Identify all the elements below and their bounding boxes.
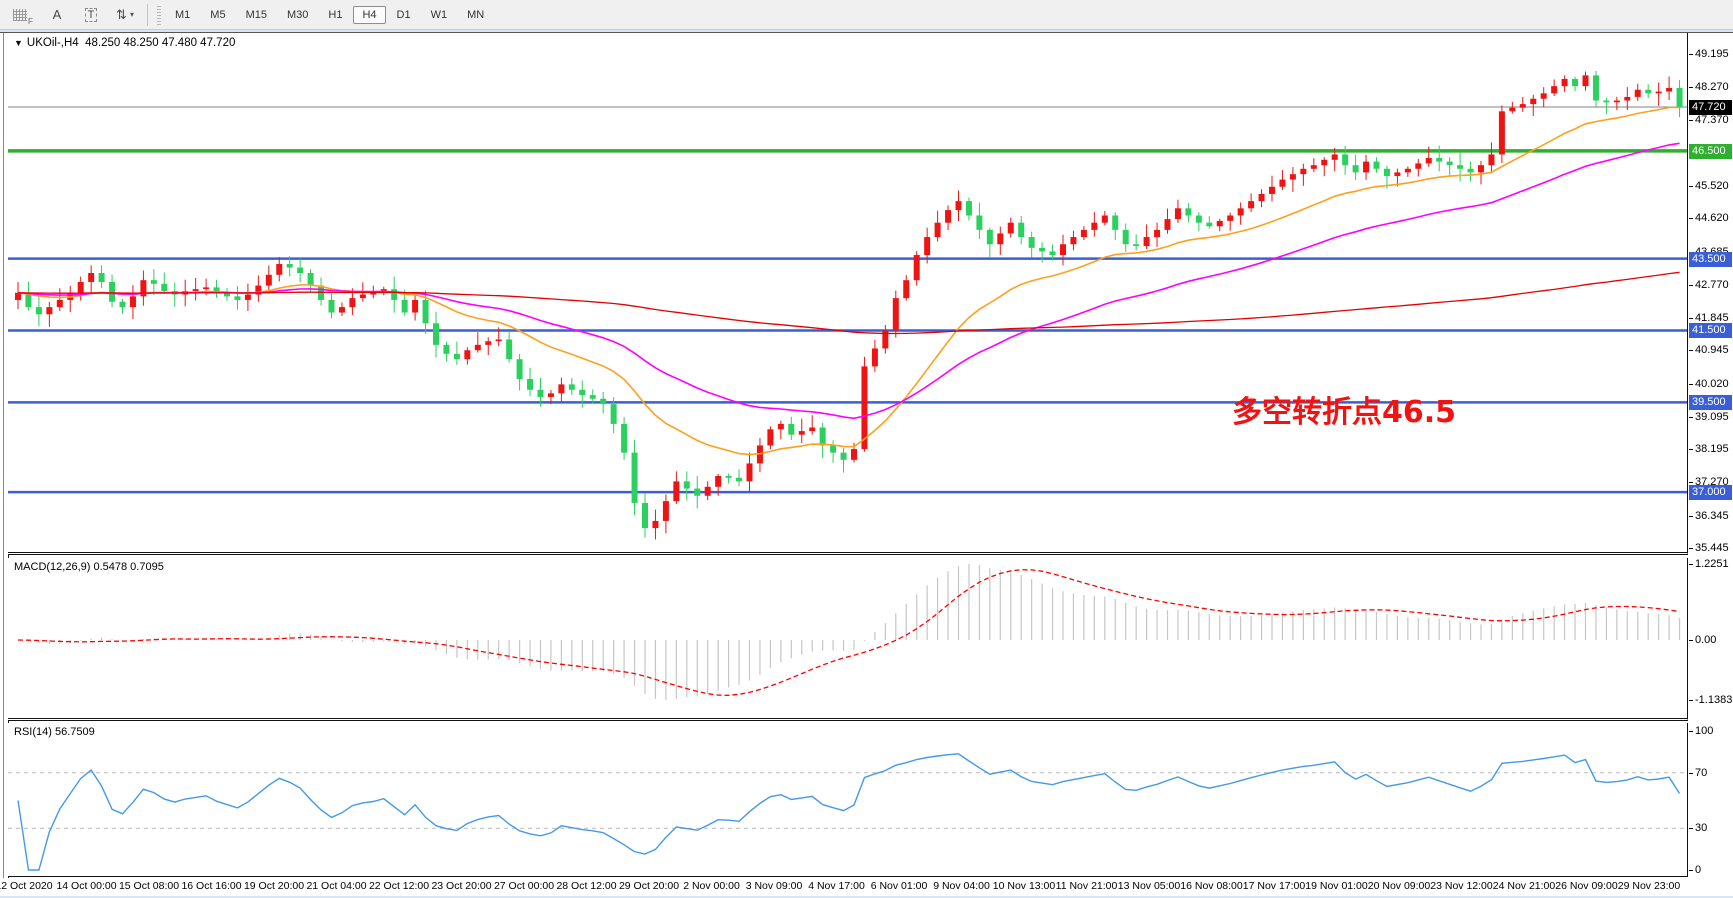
date-label: 19 Oct 20:00 [244,880,304,892]
date-label: 2 Nov 00:00 [683,880,740,892]
date-label: 22 Oct 12:00 [369,880,429,892]
price-badge-37.000: 37.000 [1689,485,1732,500]
timeframe-button-mn[interactable]: MN [458,6,493,24]
chart-title: ▼ UKOil-,H4 48.250 48.250 47.480 47.720 [14,37,235,49]
price-panel: ▼ UKOil-,H4 48.250 48.250 47.480 47.720 多… [8,33,1688,555]
date-label: 9 Nov 04:00 [933,880,990,892]
price-badge-43.500: 43.500 [1689,252,1732,267]
price-tick-42.770: 42.770 [1695,278,1729,292]
date-label: 6 Nov 01:00 [871,880,928,892]
rsi-tick-30: 30 [1695,821,1707,835]
price-axis: 49.19548.27047.37045.52044.62043.68542.7… [1689,33,1733,896]
price-tick-40.020: 40.020 [1695,377,1729,391]
timeframe-button-m15[interactable]: M15 [237,6,276,24]
toolbar-separator [147,4,148,26]
price-tick-36.345: 36.345 [1695,509,1729,523]
date-label: 21 Oct 04:00 [306,880,366,892]
price-badge-39.500: 39.500 [1689,395,1732,410]
price-tick-39.095: 39.095 [1695,410,1729,424]
timeframe-button-w1[interactable]: W1 [422,6,457,24]
rsi-tick-0: 0 [1695,863,1701,877]
tool-icon-group: FAT⇅▾ [6,3,142,27]
price-tick-44.620: 44.620 [1695,211,1729,225]
chart-title-symbol: UKOil-,H4 [27,37,79,49]
date-label: 26 Nov 09:00 [1555,880,1617,892]
rsi-label: RSI(14) 56.7509 [14,726,95,738]
macd-chart [8,558,1687,718]
rsi-tick-100: 100 [1695,724,1713,738]
cursor-mode-icon[interactable]: ⇅▾ [111,3,139,27]
date-label: 19 Nov 01:00 [1305,880,1367,892]
timeframe-button-group: M1M5M15M30H1H4D1W1MN [165,6,494,24]
annotation-text: 多空转折点46.5 [1232,387,1456,431]
date-label: 20 Nov 09:00 [1368,880,1430,892]
date-label: 16 Oct 16:00 [181,880,241,892]
price-tick-49.195: 49.195 [1695,47,1729,61]
date-label: 10 Nov 13:00 [993,880,1055,892]
price-tick-45.520: 45.520 [1695,179,1729,193]
date-label: 16 Nov 08:00 [1180,880,1242,892]
toolbar-drag-handle[interactable] [157,5,161,25]
date-label: 15 Oct 08:00 [119,880,179,892]
date-label: 23 Oct 20:00 [431,880,491,892]
date-label: 28 Oct 12:00 [556,880,616,892]
date-label: 29 Oct 20:00 [619,880,679,892]
rsi-panel: RSI(14) 56.7509 [8,723,1688,877]
macd-label: MACD(12,26,9) 0.5478 0.7095 [14,561,164,573]
price-tick-38.195: 38.195 [1695,442,1729,456]
chart-window: ▼ UKOil-,H4 48.250 48.250 47.480 47.720 多… [0,32,1733,896]
price-tick-40.945: 40.945 [1695,343,1729,357]
macd-panel: MACD(12,26,9) 0.5478 0.7095 [8,558,1688,721]
timeframe-button-h4[interactable]: H4 [353,6,385,24]
price-badge-47.720: 47.720 [1689,100,1732,115]
rsi-chart [8,723,1687,876]
date-label: 23 Nov 12:00 [1430,880,1492,892]
timeframe-button-m5[interactable]: M5 [201,6,234,24]
date-label: 24 Nov 21:00 [1493,880,1555,892]
label-a-icon[interactable]: A [43,3,71,27]
price-badge-46.500: 46.500 [1689,144,1732,159]
date-label: 29 Nov 23:00 [1618,880,1680,892]
price-badge-41.500: 41.500 [1689,323,1732,338]
text-box-icon[interactable]: T [77,3,105,27]
macd-tick--1.1383: -1.1383 [1695,693,1732,707]
macd-tick-1.2251: 1.2251 [1695,557,1729,571]
date-label: 14 Oct 00:00 [56,880,116,892]
date-label: 13 Nov 05:00 [1118,880,1180,892]
date-label: 27 Oct 00:00 [494,880,554,892]
indicator-grid-icon[interactable]: F [9,3,37,27]
date-label: 17 Nov 17:00 [1243,880,1305,892]
timeframe-button-h1[interactable]: H1 [319,6,351,24]
date-axis: 12 Oct 202014 Oct 00:0015 Oct 08:0016 Oc… [8,878,1688,896]
chart-title-ohlc: 48.250 48.250 47.480 47.720 [85,37,235,49]
timeframe-button-m30[interactable]: M30 [278,6,317,24]
timeframe-button-m1[interactable]: M1 [166,6,199,24]
date-label: 3 Nov 09:00 [746,880,803,892]
toolbar: FAT⇅▾ M1M5M15M30H1H4D1W1MN [0,0,1733,30]
date-label: 12 Oct 2020 [0,880,53,892]
rsi-tick-70: 70 [1695,766,1707,780]
candlestick-chart [8,33,1687,552]
price-tick-35.445: 35.445 [1695,541,1729,555]
macd-tick-0.00: 0.00 [1695,633,1716,647]
price-tick-48.270: 48.270 [1695,80,1729,94]
date-label: 4 Nov 17:00 [808,880,865,892]
timeframe-button-d1[interactable]: D1 [388,6,420,24]
symbol-dropdown-icon[interactable]: ▼ [14,38,23,48]
date-label: 11 Nov 21:00 [1056,880,1118,892]
